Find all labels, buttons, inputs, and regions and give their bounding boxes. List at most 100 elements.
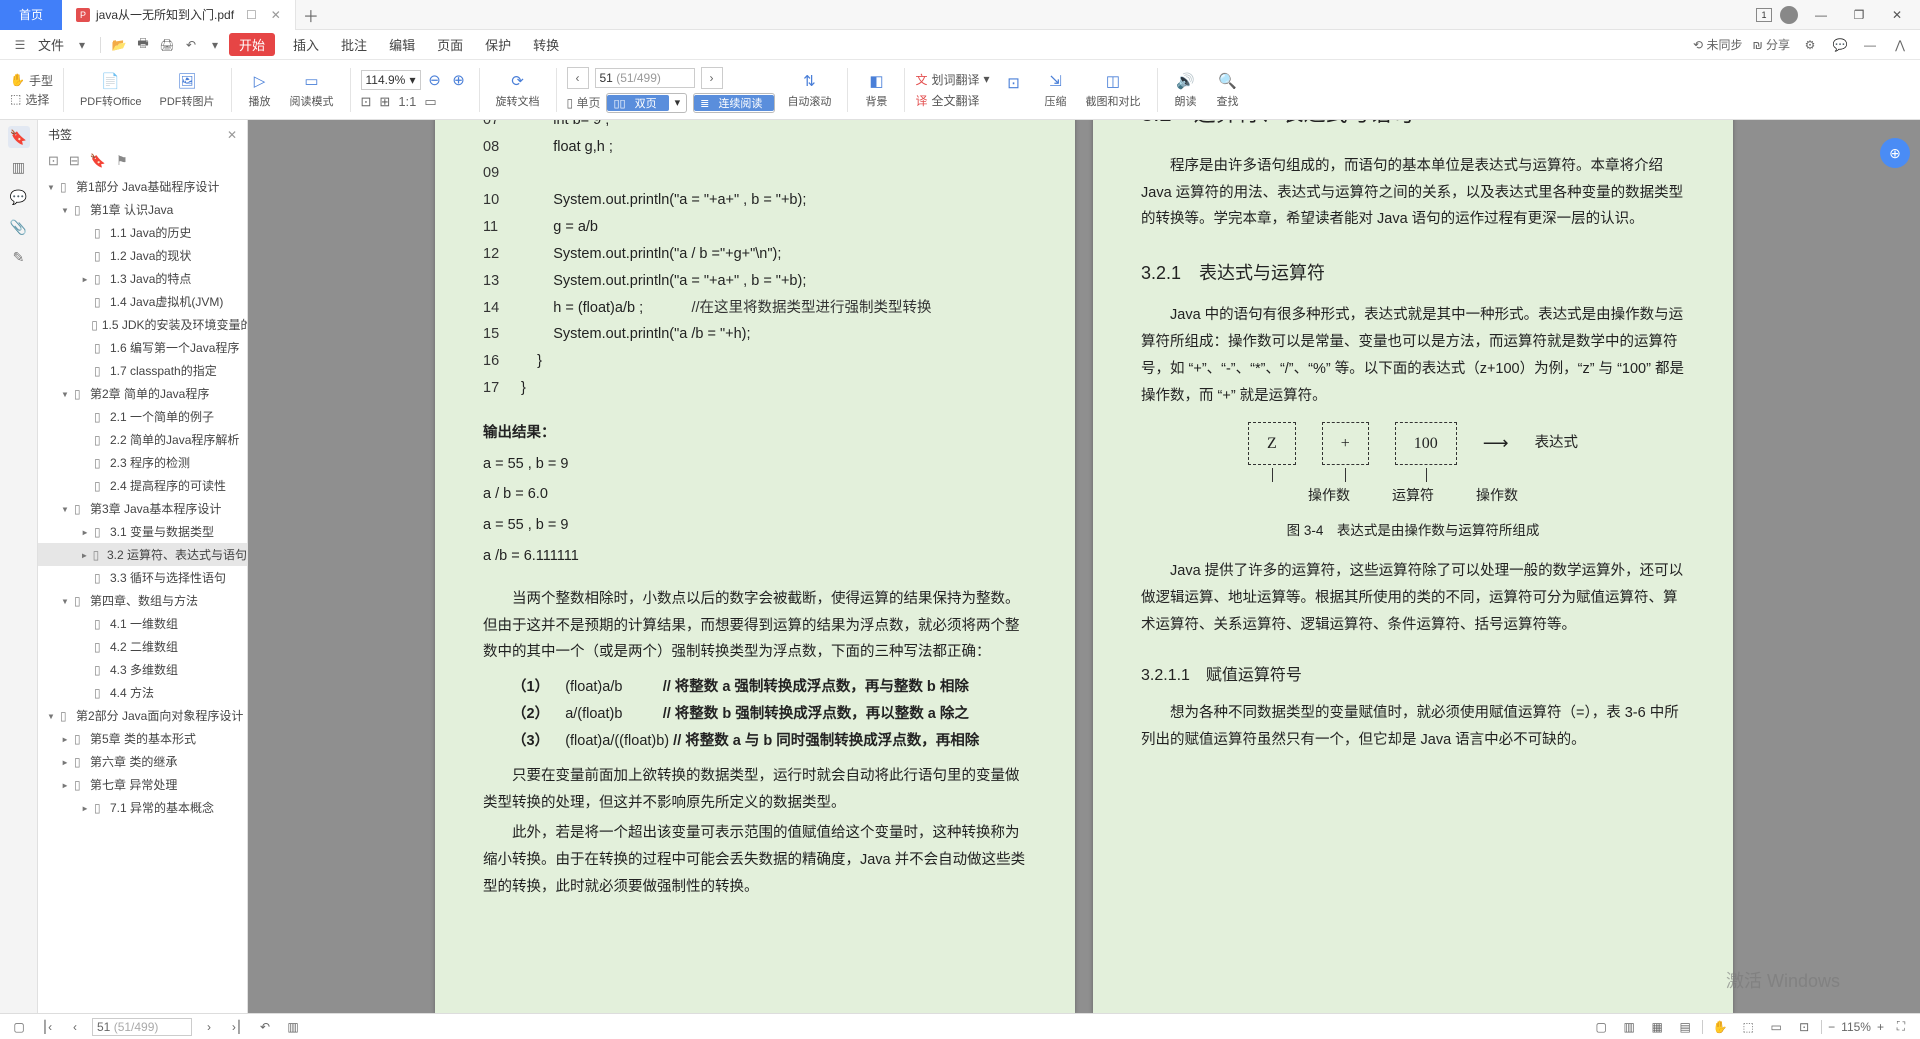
tree-toggle-icon[interactable] xyxy=(80,617,90,631)
bookmark-item[interactable]: ▸▯第七章 异常处理 xyxy=(38,773,247,796)
feedback-icon[interactable]: 💬 xyxy=(1830,35,1850,55)
zoom-in-status-icon[interactable]: + xyxy=(1877,1020,1884,1034)
bookmark-item[interactable]: ▯1.2 Java的现状 xyxy=(38,244,247,267)
double-page-toggle[interactable]: ▯▯ 双页▾ xyxy=(606,93,687,113)
select-tool[interactable]: ⬚ 选择 xyxy=(10,91,53,108)
tree-toggle-icon[interactable]: ▸ xyxy=(80,272,90,286)
tree-toggle-icon[interactable] xyxy=(80,686,90,700)
pdf-to-image-button[interactable]: 🖼PDF转图片 xyxy=(154,71,221,109)
tree-toggle-icon[interactable]: ▾ xyxy=(60,387,70,401)
fit-icon[interactable]: ⊡ xyxy=(1793,1017,1815,1037)
tree-toggle-icon[interactable] xyxy=(80,456,90,470)
actual-size-icon[interactable]: 1:1 xyxy=(398,94,416,110)
assistant-badge[interactable]: ⊕ xyxy=(1880,138,1910,168)
bookmark-item[interactable]: ▯2.1 一个简单的例子 xyxy=(38,405,247,428)
rotate-button[interactable]: ⟳旋转文档 xyxy=(490,71,546,109)
compare-button[interactable]: ◫截图和对比 xyxy=(1080,71,1147,109)
thumbnails-rail-icon[interactable]: ▥ xyxy=(8,156,30,178)
bookmark-item[interactable]: ▯3.3 循环与选择性语句 xyxy=(38,566,247,589)
tree-toggle-icon[interactable]: ▾ xyxy=(46,180,56,194)
search-button[interactable]: 🔍查找 xyxy=(1210,71,1246,109)
save-icon[interactable]: 🖶 xyxy=(133,35,153,55)
hamburger-icon[interactable]: ☰ xyxy=(10,35,30,55)
file-menu[interactable]: 文件 xyxy=(34,35,68,54)
status-page-input[interactable]: 51 (51/499) xyxy=(92,1018,192,1036)
document-tab[interactable]: P java从一无所知到入门.pdf ☐ ✕ xyxy=(62,0,296,30)
bookmark-item[interactable]: ▸▯7.1 异常的基本概念 xyxy=(38,796,247,819)
undo-icon[interactable]: ↶ xyxy=(181,35,201,55)
bookmark-item[interactable]: ▸▯3.2 运算符、表达式与语句 xyxy=(38,543,247,566)
tree-toggle-icon[interactable]: ▸ xyxy=(80,548,89,562)
zoom-out-icon[interactable]: ⊖ xyxy=(425,70,445,90)
tree-toggle-icon[interactable]: ▾ xyxy=(46,709,56,723)
bookmark-item[interactable]: ▯1.1 Java的历史 xyxy=(38,221,247,244)
bookmark-item[interactable]: ▯2.4 提高程序的可读性 xyxy=(38,474,247,497)
attachments-rail-icon[interactable]: 📎 xyxy=(8,216,30,238)
bookmark-item[interactable]: ▾▯第1章 认识Java xyxy=(38,198,247,221)
prev-page-icon[interactable]: ‹ xyxy=(64,1017,86,1037)
layout-2-icon[interactable]: ▥ xyxy=(1618,1017,1640,1037)
bookmark-item[interactable]: ▾▯第3章 Java基本程序设计 xyxy=(38,497,247,520)
menu-item[interactable]: 编辑 xyxy=(385,35,419,54)
bookmark-flag-icon[interactable]: ⚑ xyxy=(116,153,128,169)
menu-item[interactable]: 页面 xyxy=(433,35,467,54)
read-mode-button[interactable]: ▭阅读模式 xyxy=(284,71,340,109)
tab-pin-icon[interactable]: ☐ xyxy=(246,8,257,22)
avatar[interactable] xyxy=(1780,6,1798,24)
open-icon[interactable]: 📂 xyxy=(109,35,129,55)
hand-tool[interactable]: ✋ 手型 xyxy=(10,72,53,89)
tree-toggle-icon[interactable] xyxy=(80,571,90,585)
overflow-icon[interactable]: ⋀ xyxy=(1890,35,1910,55)
bookmark-item[interactable]: ▯2.3 程序的检测 xyxy=(38,451,247,474)
bookmark-item[interactable]: ▯1.4 Java虚拟机(JVM) xyxy=(38,290,247,313)
tree-toggle-icon[interactable] xyxy=(80,249,90,263)
redo-icon[interactable]: ▾ xyxy=(205,35,225,55)
gear-icon[interactable]: ⚙ xyxy=(1800,35,1820,55)
zoom-out-status-icon[interactable]: − xyxy=(1828,1020,1835,1034)
menu-item[interactable]: 保护 xyxy=(481,35,515,54)
last-page-icon[interactable]: ›⎮ xyxy=(226,1017,248,1037)
page-number-input[interactable]: 51 (51/499) xyxy=(595,68,695,88)
bookmark-item[interactable]: ▾▯第四章、数组与方法 xyxy=(38,589,247,612)
layout-3-icon[interactable]: ▦ xyxy=(1646,1017,1668,1037)
chevron-down-icon[interactable]: ▾ xyxy=(409,73,415,87)
tree-toggle-icon[interactable]: ▸ xyxy=(80,525,90,539)
tree-toggle-icon[interactable]: ▾ xyxy=(60,594,70,608)
ocr-button[interactable]: ⊡ xyxy=(996,73,1032,107)
tree-toggle-icon[interactable] xyxy=(80,433,90,447)
tree-toggle-icon[interactable] xyxy=(80,364,90,378)
bookmark-item[interactable]: ▯4.2 二维数组 xyxy=(38,635,247,658)
select-icon[interactable]: ⬚ xyxy=(1737,1017,1759,1037)
maximize-button[interactable]: ❐ xyxy=(1844,1,1874,29)
minimize-button[interactable]: ― xyxy=(1806,1,1836,29)
bookmark-item[interactable]: ▾▯第2部分 Java面向对象程序设计 xyxy=(38,704,247,727)
layout-4-icon[interactable]: ▤ xyxy=(1674,1017,1696,1037)
tree-toggle-icon[interactable] xyxy=(80,226,90,240)
bookmark-item[interactable]: ▯2.2 简单的Java程序解析 xyxy=(38,428,247,451)
tree-toggle-icon[interactable]: ▸ xyxy=(80,801,90,815)
word-translate-button[interactable]: 文划词翻译▾ xyxy=(915,71,989,88)
close-window-button[interactable]: ✕ xyxy=(1882,1,1912,29)
bookmark-item[interactable]: ▯4.4 方法 xyxy=(38,681,247,704)
tree-toggle-icon[interactable] xyxy=(80,479,90,493)
share-button[interactable]: ₪ 分享 xyxy=(1752,36,1790,53)
collapse-all-icon[interactable]: ⊟ xyxy=(69,153,80,169)
next-page-button[interactable]: › xyxy=(701,67,723,89)
more-icon[interactable]: — xyxy=(1860,35,1880,55)
signatures-rail-icon[interactable]: ✎ xyxy=(8,246,30,268)
bookmark-item[interactable]: ▸▯1.3 Java的特点 xyxy=(38,267,247,290)
bookmark-item[interactable]: ▸▯第六章 类的继承 xyxy=(38,750,247,773)
full-translate-button[interactable]: 译全文翻译 xyxy=(915,92,989,109)
menu-item[interactable]: 转换 xyxy=(529,35,563,54)
comments-rail-icon[interactable]: 💬 xyxy=(8,186,30,208)
close-tab-icon[interactable]: ✕ xyxy=(271,8,281,22)
home-tab[interactable]: 首页 xyxy=(0,0,62,30)
tree-toggle-icon[interactable]: ▸ xyxy=(60,755,70,769)
fit-width-icon[interactable]: ⊡ xyxy=(361,94,372,110)
prev-page-button[interactable]: ‹ xyxy=(567,67,589,89)
zoom-input[interactable]: 114.9%▾ xyxy=(361,70,421,90)
read-aloud-button[interactable]: 🔊朗读 xyxy=(1168,71,1204,109)
tree-toggle-icon[interactable]: ▸ xyxy=(60,778,70,792)
sidebar-toggle-icon[interactable]: ▢ xyxy=(8,1017,30,1037)
zoom-in-icon[interactable]: ⊕ xyxy=(449,70,469,90)
